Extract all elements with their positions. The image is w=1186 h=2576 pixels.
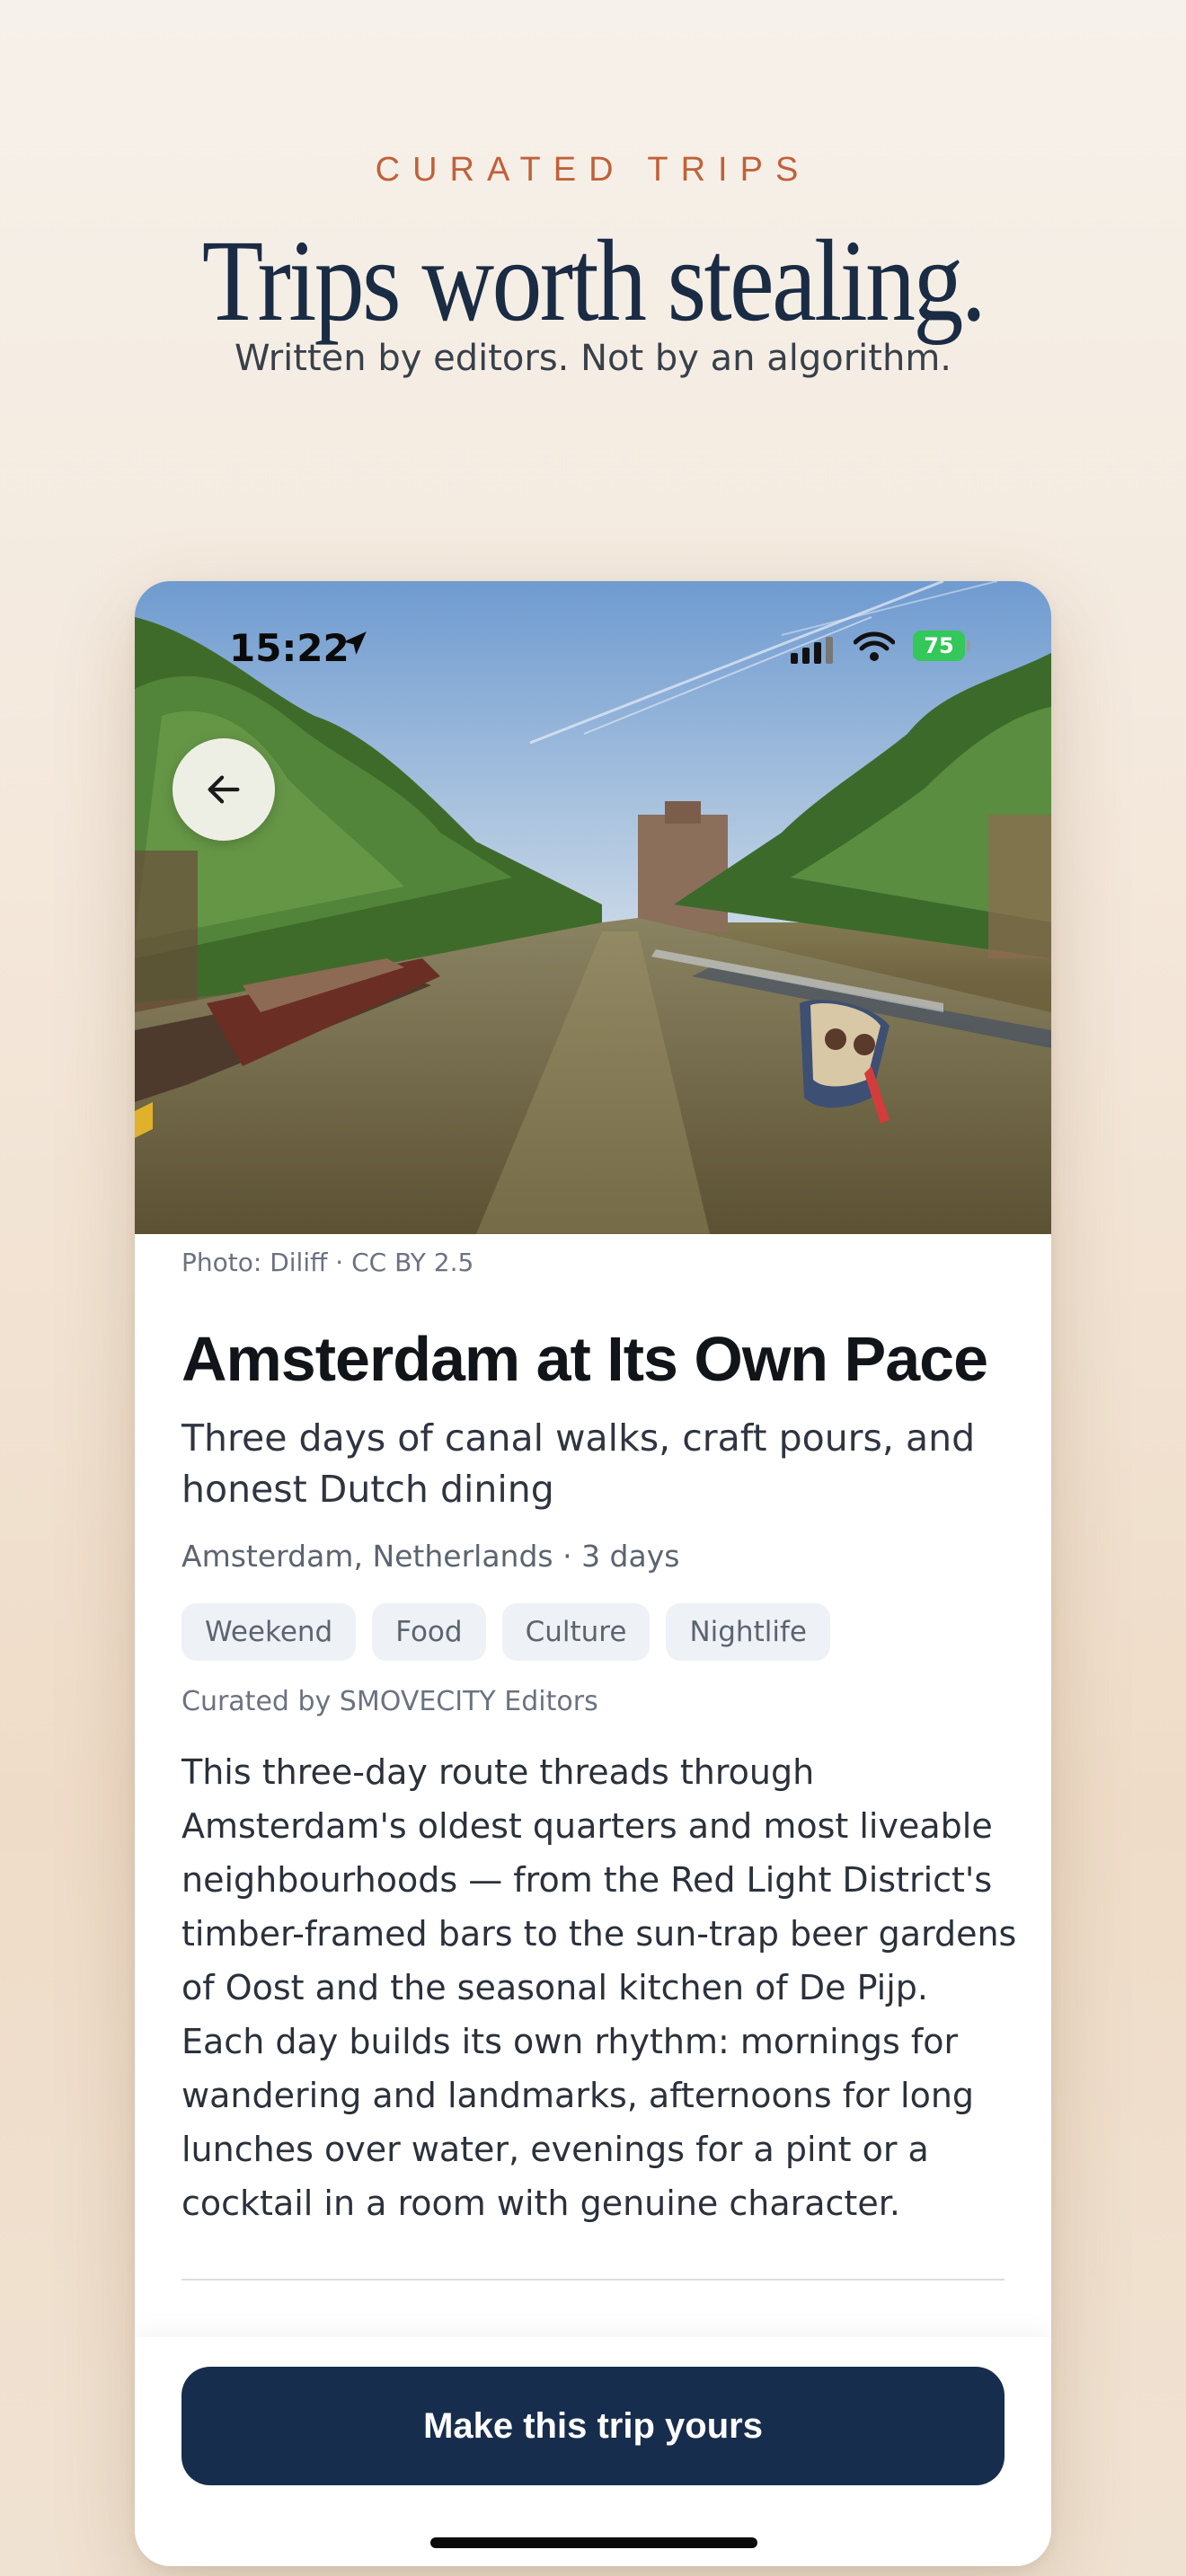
tag-nightlife[interactable]: Nightlife <box>666 1603 830 1661</box>
status-time: 15:22 <box>229 626 350 670</box>
trip-tagline: Three days of canal walks, craft pours, … <box>181 1416 976 1511</box>
home-indicator[interactable] <box>430 2537 757 2548</box>
location-arrow-icon <box>340 628 370 662</box>
tag-food[interactable]: Food <box>372 1603 486 1661</box>
page-subhead: Written by editors. Not by an algorithm. <box>234 338 952 379</box>
tag-culture[interactable]: Culture <box>501 1603 651 1661</box>
tag-weekend[interactable]: Weekend <box>181 1603 357 1661</box>
battery-cap <box>967 640 970 651</box>
trip-title: Amsterdam at Its Own Pace <box>181 1324 988 1394</box>
cellular-signal-icon <box>791 635 837 667</box>
battery-indicator: 75 <box>913 631 965 661</box>
make-trip-yours-button[interactable]: Make this trip yours <box>181 2367 1005 2485</box>
eyebrow-label: CURATED TRIPS <box>375 151 811 189</box>
trip-description: This three-day route threads through Ams… <box>181 1752 1017 2223</box>
arrow-left-icon <box>208 775 240 804</box>
curator-credit: Curated by SMOVECITY Editors <box>181 1686 598 1717</box>
tag-list: Weekend Food Culture Nightlife <box>181 1603 830 1661</box>
trip-meta: Amsterdam, Netherlands · 3 days <box>181 1539 680 1574</box>
hero-photo: 15:22 75 <box>135 581 1051 1234</box>
wifi-icon <box>853 631 896 667</box>
divider <box>181 2279 1005 2280</box>
phone-screen: 15:22 75 Photo: Diliff · CC BY 2.5 Amste… <box>135 581 1051 2566</box>
status-bar: 15:22 75 <box>135 581 1051 716</box>
page-headline: Trips worth stealing. <box>201 216 987 346</box>
back-button[interactable] <box>173 738 275 841</box>
photo-credit: Photo: Diliff · CC BY 2.5 <box>181 1248 474 1277</box>
